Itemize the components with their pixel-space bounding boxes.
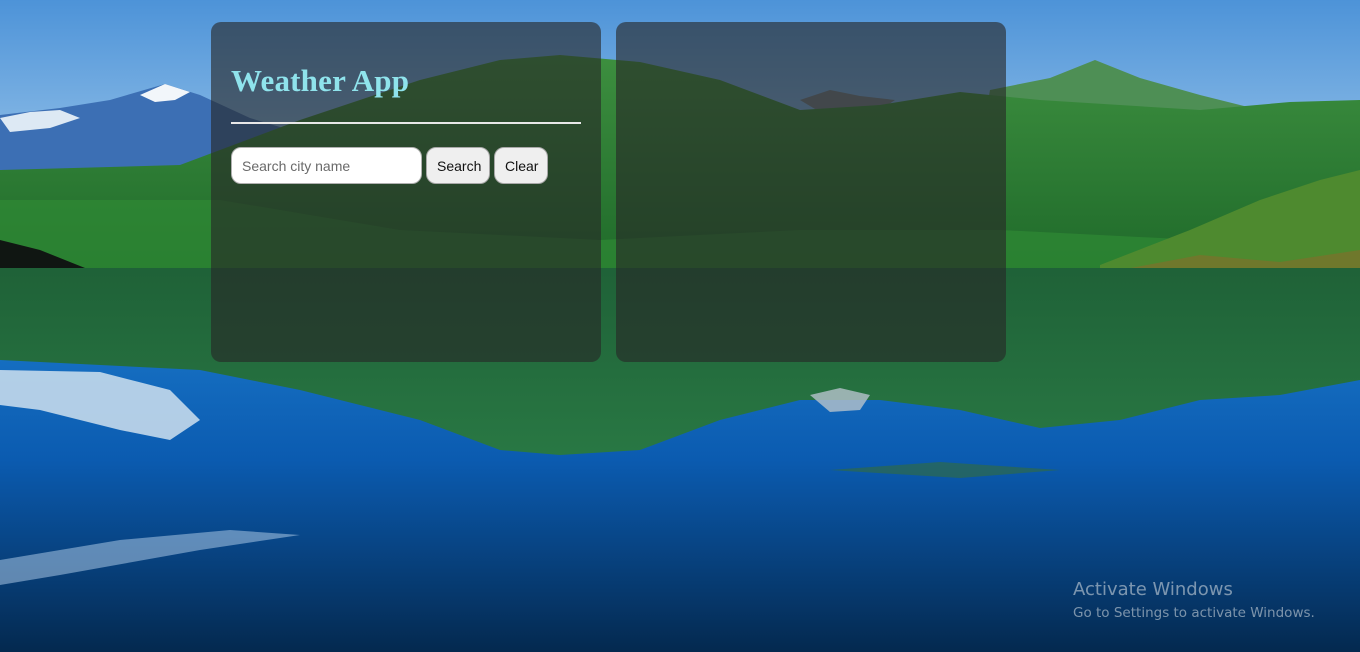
title-divider <box>231 122 581 124</box>
city-search-input[interactable] <box>231 147 422 184</box>
search-panel: Weather App Search Clear <box>211 22 601 362</box>
app-title: Weather App <box>231 63 410 98</box>
watermark-title: Activate Windows <box>1073 579 1233 600</box>
activate-windows-watermark: Activate Windows Go to Settings to activ… <box>1073 579 1315 623</box>
search-button[interactable]: Search <box>426 147 490 184</box>
watermark-subtitle: Go to Settings to activate Windows. <box>1073 605 1315 621</box>
weather-result-panel <box>616 22 1006 362</box>
clear-button[interactable]: Clear <box>494 147 548 184</box>
search-bar: Search Clear <box>231 147 548 184</box>
